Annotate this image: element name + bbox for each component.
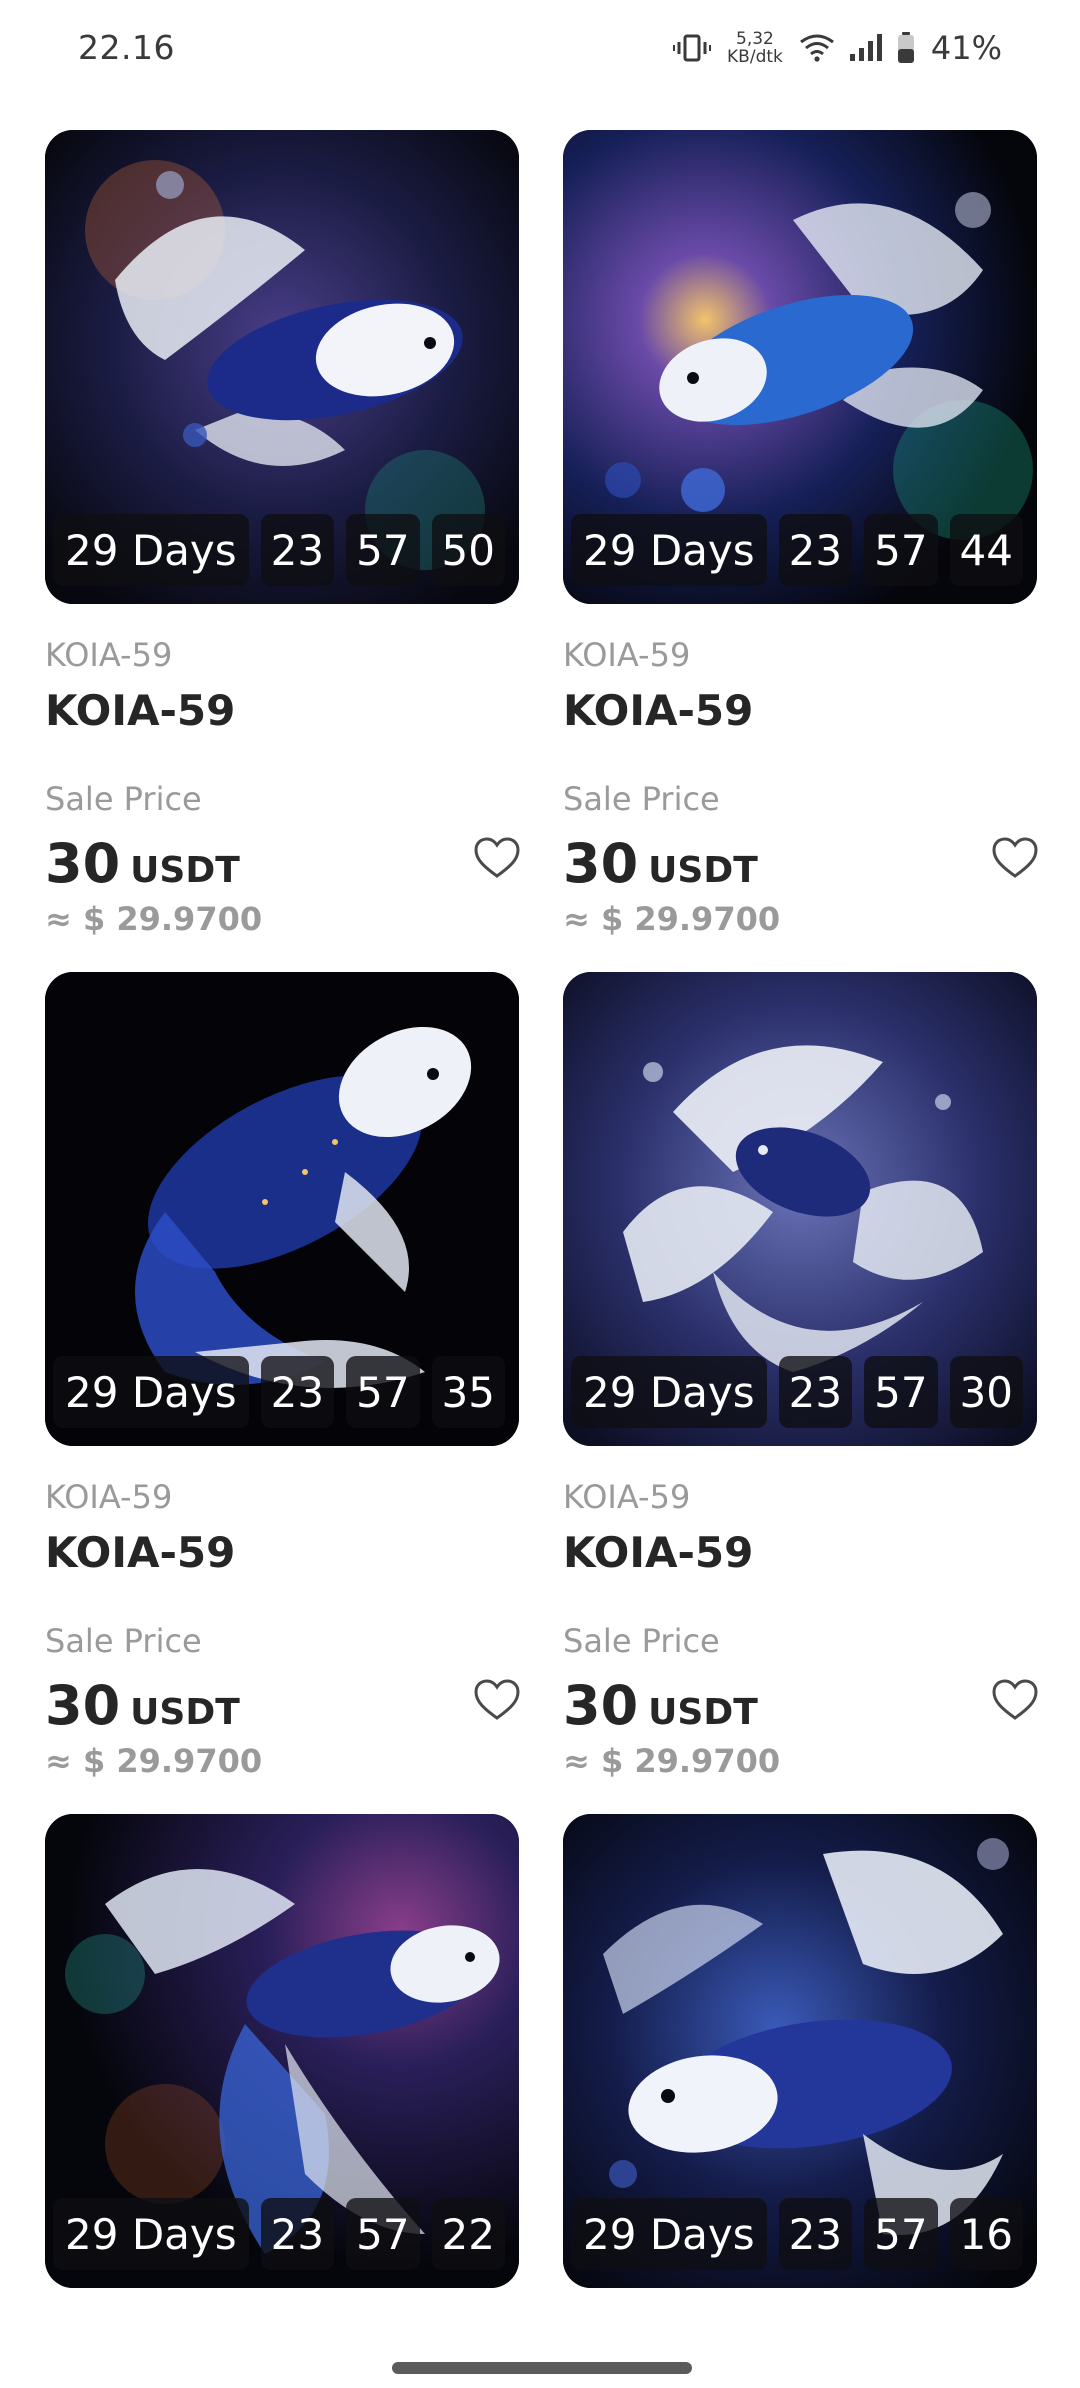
countdown-timer: 29 Days 23 57 16 [571, 2198, 1023, 2270]
network-speed: 5,32 KB/dtk [727, 30, 783, 66]
countdown-minutes: 57 [346, 514, 420, 586]
countdown-seconds: 16 [949, 2198, 1023, 2270]
product-title[interactable]: KOIA-59 [563, 686, 753, 735]
status-bar: 22.16 5,32 KB/dtk 41% [0, 0, 1080, 100]
countdown-days: 29 Days [53, 514, 249, 586]
battery-icon [897, 32, 915, 64]
countdown-seconds: 30 [949, 1356, 1023, 1428]
price-value: 30 [45, 1674, 121, 1737]
price-approx-usd: ≈ $ 29.9700 [45, 900, 263, 938]
countdown-timer: 29 Days 23 57 50 [53, 514, 505, 586]
network-speed-value: 5,32 [736, 29, 774, 49]
countdown-timer: 29 Days 23 57 44 [571, 514, 1023, 586]
countdown-days: 29 Days [53, 1356, 249, 1428]
price-currency: USDT [130, 850, 240, 891]
product-image[interactable]: 29 Days 23 57 50 [45, 130, 519, 604]
countdown-days: 29 Days [571, 2198, 767, 2270]
product-collection: KOIA-59 [563, 1478, 691, 1516]
countdown-seconds: 50 [431, 514, 505, 586]
price-label: Sale Price [45, 780, 202, 818]
network-speed-unit: KB/dtk [727, 47, 783, 67]
battery-percentage: 41% [930, 29, 1002, 67]
favorite-button[interactable] [991, 836, 1039, 880]
price-row: 30 USDT [563, 1674, 758, 1737]
countdown-timer: 29 Days 23 57 22 [53, 2198, 505, 2270]
product-card[interactable]: 29 Days 23 57 44 KOIA-59 KOIA-59 Sale Pr… [563, 130, 1039, 972]
vibrate-icon [673, 33, 712, 63]
price-row: 30 USDT [45, 832, 240, 895]
product-image[interactable]: 29 Days 23 57 22 [45, 1814, 519, 2288]
product-title[interactable]: KOIA-59 [45, 1528, 235, 1577]
price-currency: USDT [130, 1692, 240, 1733]
countdown-hours: 23 [778, 2198, 853, 2270]
product-collection: KOIA-59 [45, 636, 173, 674]
price-label: Sale Price [563, 1622, 720, 1660]
heart-icon [474, 1679, 520, 1720]
price-row: 30 USDT [563, 832, 758, 895]
price-label: Sale Price [563, 780, 720, 818]
product-image[interactable]: 29 Days 23 57 16 [563, 1814, 1037, 2288]
favorite-button[interactable] [473, 1678, 521, 1722]
product-card[interactable]: 29 Days 23 57 35 KOIA-59 KOIA-59 Sale Pr… [45, 972, 521, 1814]
heart-icon [474, 837, 520, 878]
product-grid: 29 Days 23 57 50 KOIA-59 KOIA-59 Sale Pr… [45, 130, 1039, 2294]
product-image[interactable]: 29 Days 23 57 44 [563, 130, 1037, 604]
countdown-seconds: 44 [949, 514, 1023, 586]
status-time: 22.16 [78, 28, 175, 67]
countdown-days: 29 Days [53, 2198, 249, 2270]
countdown-days: 29 Days [571, 1356, 767, 1428]
product-title[interactable]: KOIA-59 [45, 686, 235, 735]
countdown-hours: 23 [778, 514, 853, 586]
countdown-minutes: 57 [864, 1356, 938, 1428]
price-row: 30 USDT [45, 1674, 240, 1737]
product-collection: KOIA-59 [563, 636, 691, 674]
favorite-button[interactable] [991, 1678, 1039, 1722]
countdown-seconds: 22 [431, 2198, 505, 2270]
countdown-hours: 23 [778, 1356, 853, 1428]
countdown-seconds: 35 [431, 1356, 505, 1428]
product-card[interactable]: 29 Days 23 57 16 [563, 1814, 1037, 2294]
countdown-hours: 23 [260, 514, 335, 586]
price-approx-usd: ≈ $ 29.9700 [563, 1742, 781, 1780]
countdown-hours: 23 [260, 2198, 335, 2270]
price-label: Sale Price [45, 1622, 202, 1660]
product-card[interactable]: 29 Days 23 57 50 KOIA-59 KOIA-59 Sale Pr… [45, 130, 521, 972]
price-value: 30 [563, 1674, 639, 1737]
home-indicator[interactable] [392, 2362, 692, 2374]
countdown-minutes: 57 [346, 1356, 420, 1428]
product-image[interactable]: 29 Days 23 57 35 [45, 972, 519, 1446]
countdown-hours: 23 [260, 1356, 335, 1428]
product-collection: KOIA-59 [45, 1478, 173, 1516]
favorite-button[interactable] [473, 836, 521, 880]
signal-icon [849, 33, 883, 63]
product-image[interactable]: 29 Days 23 57 30 [563, 972, 1037, 1446]
status-icons: 5,32 KB/dtk 41% [673, 26, 1002, 70]
countdown-timer: 29 Days 23 57 35 [53, 1356, 505, 1428]
heart-icon [992, 1679, 1038, 1720]
countdown-minutes: 57 [346, 2198, 420, 2270]
heart-icon [992, 837, 1038, 878]
countdown-minutes: 57 [864, 2198, 938, 2270]
price-value: 30 [563, 832, 639, 895]
product-title[interactable]: KOIA-59 [563, 1528, 753, 1577]
countdown-timer: 29 Days 23 57 30 [571, 1356, 1023, 1428]
countdown-minutes: 57 [864, 514, 938, 586]
price-approx-usd: ≈ $ 29.9700 [45, 1742, 263, 1780]
countdown-days: 29 Days [571, 514, 767, 586]
product-card[interactable]: 29 Days 23 57 30 KOIA-59 KOIA-59 Sale Pr… [563, 972, 1039, 1814]
wifi-icon [799, 33, 835, 63]
price-currency: USDT [648, 850, 758, 891]
price-currency: USDT [648, 1692, 758, 1733]
price-value: 30 [45, 832, 121, 895]
price-approx-usd: ≈ $ 29.9700 [563, 900, 781, 938]
product-card[interactable]: 29 Days 23 57 22 [45, 1814, 519, 2294]
